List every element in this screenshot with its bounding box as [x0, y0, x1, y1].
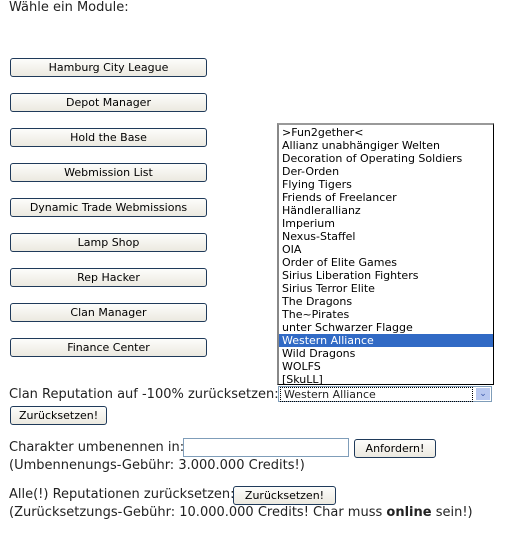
clan-option[interactable]: Friends of Freelancer — [279, 191, 493, 204]
fee-text-end: sein!) — [431, 505, 473, 520]
rename-input[interactable] — [183, 438, 349, 457]
module-button[interactable]: Hold the Base — [10, 128, 207, 147]
rename-request-button[interactable]: Anfordern! — [354, 439, 436, 458]
clan-option[interactable]: Händlerallianz — [279, 204, 493, 217]
module-button[interactable]: Clan Manager — [10, 303, 207, 322]
rename-fee: (Umbennenungs-Gebühr: 3.000.000 Credits!… — [9, 458, 305, 473]
reset-all-fee: (Zurücksetzungs-Gebühr: 10.000.000 Credi… — [9, 505, 473, 520]
clan-option[interactable]: Sirius Liberation Fighters — [279, 269, 493, 282]
fee-online: online — [386, 505, 432, 520]
module-heading: Wähle ein Module: — [9, 0, 129, 15]
rename-label: Charakter umbenennen in: — [9, 440, 185, 455]
clan-option[interactable]: WOLFS — [279, 360, 493, 373]
module-button[interactable]: Webmission List — [10, 163, 207, 182]
reset-all-button[interactable]: Zurücksetzen! — [233, 486, 336, 505]
clan-option[interactable]: OIA — [279, 243, 493, 256]
clan-option[interactable]: Der-Orden — [279, 165, 493, 178]
module-button[interactable]: Rep Hacker — [10, 268, 207, 287]
clan-option[interactable]: Imperium — [279, 217, 493, 230]
clan-option[interactable]: [SkuLL] — [279, 373, 493, 386]
clan-select[interactable]: Western Alliance ⌄ — [278, 386, 492, 402]
clan-option[interactable]: Western Alliance — [279, 334, 493, 347]
clan-option[interactable]: The~Pirates — [279, 308, 493, 321]
fee-text: (Zurücksetzungs-Gebühr: 10.000.000 Credi… — [9, 505, 387, 520]
clan-option[interactable]: >Fun2gether< — [279, 126, 493, 139]
clan-reset-button[interactable]: Zurücksetzen! — [10, 406, 108, 425]
clan-option[interactable]: The Dragons — [279, 295, 493, 308]
clan-select-value: Western Alliance — [280, 387, 473, 402]
module-button[interactable]: Dynamic Trade Webmissions — [10, 198, 207, 217]
module-button[interactable]: Lamp Shop — [10, 233, 207, 252]
clan-option[interactable]: Allianz unabhängiger Welten — [279, 139, 493, 152]
clan-reset-label: Clan Reputation auf -100% zurücksetzen: — [9, 387, 279, 402]
chevron-down-icon[interactable]: ⌄ — [476, 388, 490, 400]
module-button[interactable]: Finance Center — [10, 338, 207, 357]
clan-listbox[interactable]: >Fun2gether< Allianz unabhängiger Welten D… — [277, 123, 494, 386]
clan-option[interactable]: Order of Elite Games — [279, 256, 493, 269]
clan-option[interactable]: unter Schwarzer Flagge — [279, 321, 493, 334]
reset-all-label: Alle(!) Reputationen zurücksetzen: — [9, 487, 235, 502]
clan-option[interactable]: Nexus-Staffel — [279, 230, 493, 243]
clan-option[interactable]: Decoration of Operating Soldiers — [279, 152, 493, 165]
clan-option[interactable]: Flying Tigers — [279, 178, 493, 191]
clan-option[interactable]: Sirius Terror Elite — [279, 282, 493, 295]
clan-option[interactable]: Wild Dragons — [279, 347, 493, 360]
module-button[interactable]: Depot Manager — [10, 93, 207, 112]
module-button[interactable]: Hamburg City League — [10, 58, 207, 77]
